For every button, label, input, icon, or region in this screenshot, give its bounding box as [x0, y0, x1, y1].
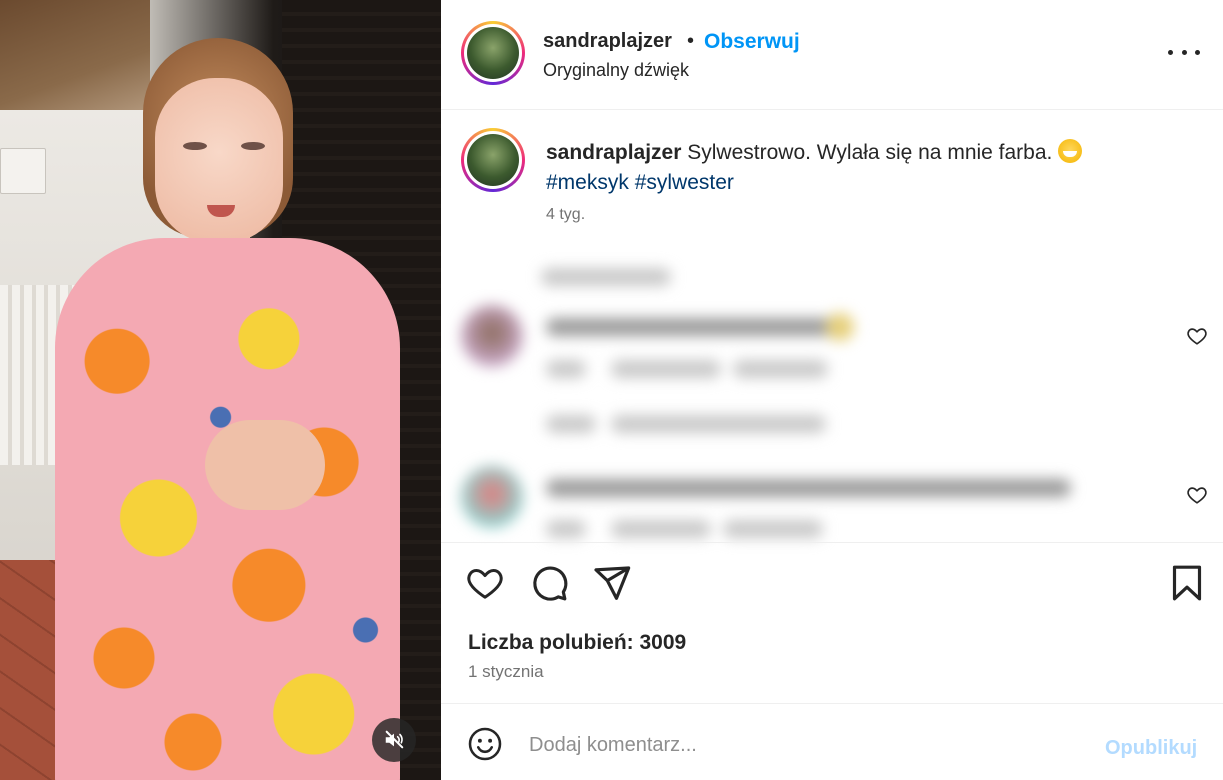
post-date: 1 stycznia [468, 662, 544, 681]
header-separator: • [687, 30, 695, 52]
video-air-conditioner [0, 148, 46, 194]
caption-timestamp[interactable]: 4 tyg. [546, 206, 585, 224]
caption-author-avatar[interactable] [461, 128, 525, 192]
bookmark-icon[interactable] [1167, 563, 1207, 603]
video-person [55, 30, 400, 780]
heart-icon[interactable] [465, 563, 505, 603]
send-icon[interactable] [592, 563, 632, 603]
person-floral-shirt [55, 238, 400, 780]
post-details-panel: sandraplajzer • Obserwuj Oryginalny dźwi… [441, 0, 1223, 780]
author-avatar[interactable] [461, 21, 525, 85]
person-left-eye [183, 142, 207, 150]
mute-button[interactable] [372, 718, 416, 762]
add-comment-bar: Opublikuj [441, 703, 1223, 780]
more-options-icon [1168, 49, 1173, 55]
likes-count[interactable]: Liczba polubień: 3009 [468, 631, 686, 655]
caption-text: Sylwestrowo. Wylała się na mnie farba. [687, 141, 1053, 164]
comment-like-heart-icon[interactable] [1186, 325, 1208, 347]
follow-button[interactable]: Obserwuj [704, 30, 800, 54]
sweat-smile-emoji-icon [1058, 139, 1083, 163]
comment-icon[interactable] [529, 563, 569, 603]
post-caption: sandraplajzer Sylwestrowo. Wylała się na… [546, 138, 1186, 198]
audio-link[interactable]: Oryginalny dźwięk [543, 60, 689, 81]
caption-username[interactable]: sandraplajzer [546, 141, 681, 164]
post-header: sandraplajzer • Obserwuj Oryginalny dźwi… [441, 0, 1223, 110]
muted-speaker-icon [385, 730, 404, 749]
post-actions: Liczba polubień: 3009 1 stycznia [441, 542, 1223, 712]
more-options-button[interactable] [1168, 40, 1200, 64]
comment-like-heart-icon[interactable] [1186, 484, 1208, 506]
emoji-icon[interactable] [467, 726, 503, 762]
post-video[interactable] [0, 0, 441, 780]
hashtag-link[interactable]: #meksyk [546, 171, 629, 194]
author-username[interactable]: sandraplajzer [543, 30, 672, 53]
hashtag-link[interactable]: #sylwester [635, 171, 734, 194]
publish-button[interactable]: Opublikuj [1105, 737, 1197, 760]
person-right-eye [241, 142, 265, 150]
person-face [155, 78, 283, 243]
comment-input[interactable] [529, 730, 1089, 760]
person-hands [205, 420, 325, 510]
